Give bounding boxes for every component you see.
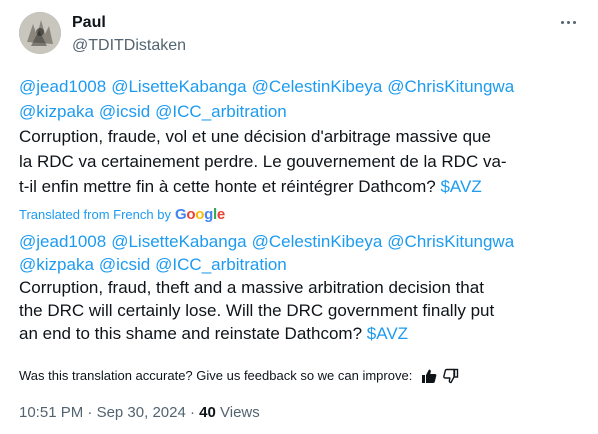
- views-label: Views: [220, 404, 260, 421]
- translation-feedback: Was this translation accurate? Give us f…: [19, 367, 462, 385]
- translation-label: Translated from French by: [19, 207, 171, 222]
- more-options-icon[interactable]: [557, 14, 579, 30]
- tweet-date[interactable]: Sep 30, 2024: [97, 404, 186, 421]
- translated-mentions: @jead1008 @LisetteKabanga @CelestinKibeya @…: [19, 230, 584, 276]
- original-line-1: Corruption, fraude, vol et une décision …: [19, 127, 491, 146]
- mention-link[interactable]: @ICC_arbitration: [155, 255, 287, 274]
- translated-line-1: Corruption, fraud, theft and a massive a…: [19, 278, 484, 297]
- cashtag-link[interactable]: $AVZ: [440, 177, 481, 196]
- google-logo: Google: [174, 206, 225, 223]
- views-count: 40: [199, 404, 216, 421]
- mention-link[interactable]: @LisetteKabanga: [111, 232, 246, 251]
- mention-link[interactable]: @ChrisKitungwa: [387, 77, 514, 96]
- mention-link[interactable]: @icsid: [99, 102, 150, 121]
- mention-link[interactable]: @LisetteKabanga: [111, 77, 246, 96]
- meta-separator: ·: [189, 404, 195, 421]
- translated-from-label[interactable]: Translated from French by Google: [19, 206, 225, 224]
- mention-link[interactable]: @CelestinKibeya: [252, 77, 383, 96]
- original-tweet-text: @jead1008 @LisetteKabanga @CelestinKibeya @…: [19, 74, 584, 199]
- mention-link[interactable]: @kizpaka: [19, 255, 94, 274]
- translated-tweet-text: @jead1008 @LisetteKabanga @CelestinKibeya @…: [19, 230, 584, 345]
- mention-link[interactable]: @icsid: [99, 255, 150, 274]
- mention-link[interactable]: @ChrisKitungwa: [387, 232, 514, 251]
- mention-link[interactable]: @jead1008: [19, 232, 106, 251]
- tweet-meta: 10:51 PM · Sep 30, 2024 · 40 Views: [19, 403, 260, 423]
- meta-separator: ·: [87, 404, 93, 421]
- original-line-3: t-il enfin mettre fin à cette honte et r…: [19, 177, 482, 196]
- feedback-question: Was this translation accurate? Give us f…: [19, 368, 413, 383]
- author-handle[interactable]: @TDITDistaken: [72, 36, 186, 56]
- avatar[interactable]: [19, 12, 61, 54]
- translated-line-2: the DRC will certainly lose. Will the DR…: [19, 301, 495, 320]
- mention-link[interactable]: @kizpaka: [19, 102, 94, 121]
- author-name[interactable]: Paul: [72, 13, 106, 33]
- thumbs-down-icon[interactable]: [440, 367, 462, 385]
- thumbs-up-icon[interactable]: [418, 367, 440, 385]
- original-line-2: la RDC va certainement perdre. Le gouver…: [19, 152, 507, 171]
- original-mentions: @jead1008 @LisetteKabanga @CelestinKibeya @…: [19, 74, 584, 124]
- tweet-time[interactable]: 10:51 PM: [19, 404, 83, 421]
- mention-link[interactable]: @jead1008: [19, 77, 106, 96]
- translated-line-3: an end to this shame and reinstate Dathc…: [19, 324, 409, 343]
- mention-link[interactable]: @CelestinKibeya: [252, 232, 383, 251]
- mention-link[interactable]: @ICC_arbitration: [155, 102, 287, 121]
- cashtag-link[interactable]: $AVZ: [367, 324, 408, 343]
